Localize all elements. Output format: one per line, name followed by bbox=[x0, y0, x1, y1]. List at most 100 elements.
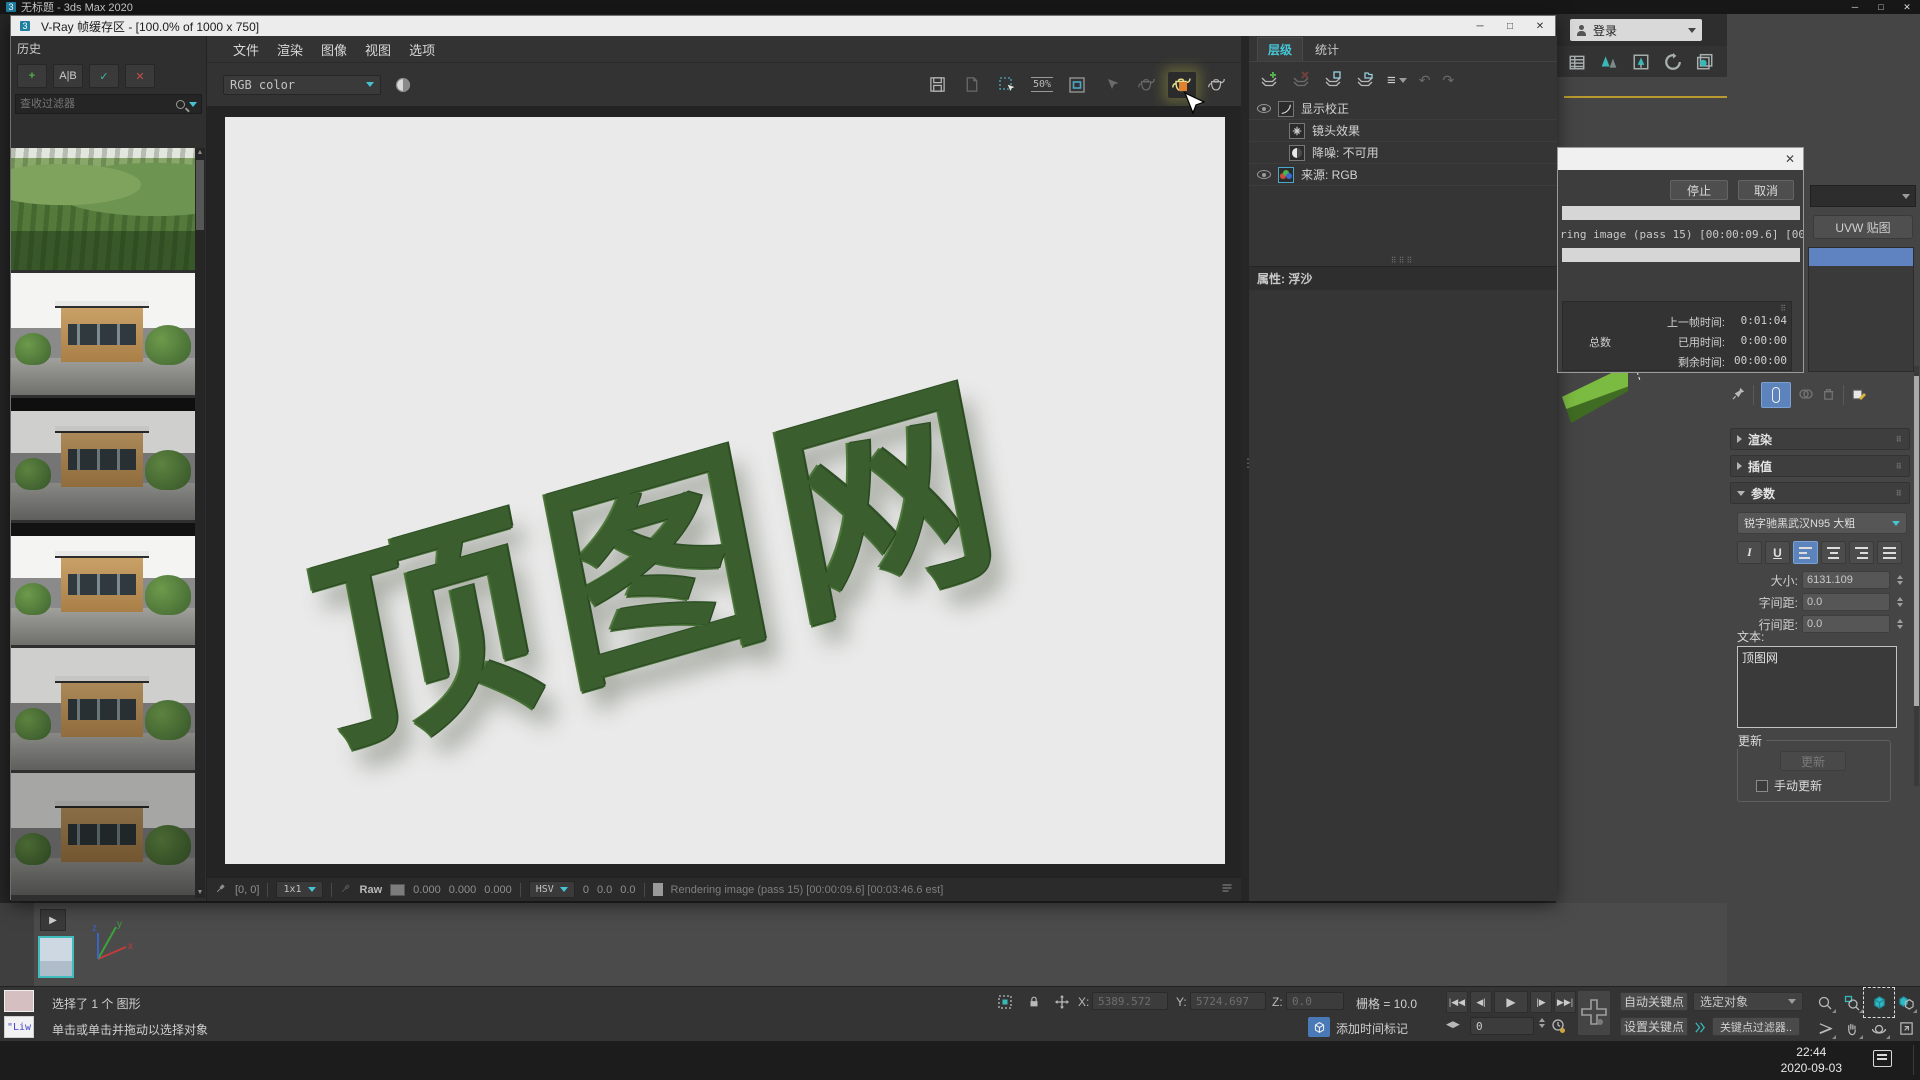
remove-modifier-trash-icon[interactable] bbox=[1821, 386, 1836, 404]
visibility-eye-icon[interactable] bbox=[1257, 104, 1271, 113]
size-spinner[interactable] bbox=[1897, 575, 1903, 585]
visibility-eye-icon[interactable] bbox=[1257, 170, 1271, 179]
zoom-percent-button[interactable]: 50% bbox=[1028, 72, 1056, 98]
leading-spinner[interactable] bbox=[1897, 619, 1903, 629]
log-icon[interactable] bbox=[1221, 882, 1233, 897]
panel-splitter[interactable] bbox=[1241, 36, 1249, 901]
dialog-titlebar[interactable]: ✕ bbox=[1558, 148, 1803, 170]
go-to-end-button[interactable]: ▶▶| bbox=[1554, 991, 1576, 1013]
zoom-icon[interactable] bbox=[1812, 990, 1838, 1015]
clear-image-icon[interactable] bbox=[958, 72, 986, 98]
show-end-result-toggle[interactable] bbox=[1761, 382, 1791, 408]
align-left-button[interactable] bbox=[1793, 541, 1818, 564]
forest-tool-icon[interactable] bbox=[1596, 50, 1622, 74]
stop-button[interactable]: 停止 bbox=[1670, 180, 1728, 200]
frame-spinner[interactable] bbox=[1539, 1018, 1545, 1028]
menu-render[interactable]: 渲染 bbox=[277, 40, 303, 59]
maxscript-mini-listener-pink[interactable] bbox=[4, 990, 34, 1012]
splitter-grip[interactable]: ⠿⠿⠿ bbox=[1391, 256, 1415, 265]
history-thumbnail[interactable] bbox=[11, 523, 195, 645]
save-image-icon[interactable] bbox=[923, 72, 951, 98]
history-thumbnail[interactable] bbox=[11, 773, 195, 895]
scroll-down-arrow[interactable]: ▼ bbox=[196, 888, 204, 898]
taskbar-clock[interactable]: 22:44 2020-09-03 bbox=[1781, 1044, 1842, 1076]
redo-icon[interactable]: ↷ bbox=[1443, 72, 1455, 89]
field-of-view-icon[interactable] bbox=[1812, 1016, 1838, 1041]
time-tag-cube-icon[interactable] bbox=[1308, 1017, 1330, 1037]
go-to-start-button[interactable]: |◀◀ bbox=[1446, 991, 1468, 1013]
underline-button[interactable]: U bbox=[1765, 541, 1790, 564]
vfb-close-button[interactable]: ✕ bbox=[1525, 21, 1555, 32]
history-thumbnail[interactable] bbox=[11, 148, 195, 270]
next-frame-button[interactable]: |▶ bbox=[1530, 991, 1552, 1013]
layer-row-denoiser[interactable]: 降噪: 不可用 bbox=[1249, 142, 1557, 164]
environment-override-icon[interactable] bbox=[1692, 50, 1718, 74]
layer-explorer-icon[interactable] bbox=[1564, 50, 1590, 74]
add-time-tag[interactable]: 添加时间标记 bbox=[1336, 1020, 1408, 1037]
key-filters-icon[interactable] bbox=[1690, 1017, 1710, 1037]
vfb-titlebar[interactable]: 3 V-Ray 帧缓存区 - [100.0% of 1000 x 750] ─ … bbox=[11, 16, 1555, 36]
y-coordinate-field[interactable]: 5724.697 bbox=[1190, 992, 1266, 1010]
align-right-button[interactable] bbox=[1849, 541, 1874, 564]
load-layer-tree-icon[interactable] bbox=[1355, 70, 1375, 91]
delete-layer-icon[interactable] bbox=[1291, 70, 1311, 91]
tab-hierarchy[interactable]: 层级 bbox=[1257, 37, 1303, 61]
history-thumbnail[interactable] bbox=[11, 648, 195, 770]
history-filter-box[interactable] bbox=[15, 94, 202, 114]
text-input-area[interactable]: 顶图网 bbox=[1737, 646, 1897, 728]
kerning-spinner[interactable] bbox=[1897, 597, 1903, 607]
compare-frame-icon[interactable] bbox=[1063, 72, 1091, 98]
layer-row-display-correction[interactable]: 显示校正 bbox=[1249, 98, 1557, 120]
lock-selection-icon[interactable] bbox=[1024, 992, 1044, 1012]
signin-dropdown[interactable]: 登录 bbox=[1570, 19, 1702, 41]
tab-statistics[interactable]: 统计 bbox=[1305, 38, 1349, 61]
history-filter-input[interactable] bbox=[20, 98, 172, 110]
channel-dropdown[interactable]: RGB color bbox=[223, 75, 381, 95]
hsv-dropdown[interactable]: HSV bbox=[529, 881, 575, 898]
scrollbar-thumb[interactable] bbox=[1914, 376, 1919, 706]
history-scrollbar[interactable]: ▲ ▼ bbox=[195, 148, 205, 898]
menu-options[interactable]: 选项 bbox=[409, 40, 435, 59]
size-field[interactable]: 6131.109 bbox=[1802, 571, 1890, 589]
maxscript-mini-listener-white[interactable]: "Liw bbox=[4, 1016, 34, 1038]
track-mouse-icon[interactable] bbox=[1098, 72, 1126, 98]
rollout-render[interactable]: 渲染⠿ bbox=[1730, 428, 1910, 450]
maximize-viewport-toggle-icon[interactable] bbox=[1893, 1016, 1919, 1041]
vfb-minimize-button[interactable]: ─ bbox=[1465, 21, 1495, 32]
auto-key-button[interactable]: 自动关键点 bbox=[1620, 992, 1688, 1011]
viewport-preview-swatch[interactable] bbox=[38, 936, 74, 978]
history-set-a-button[interactable]: ✓ bbox=[89, 64, 119, 88]
eyedropper-icon[interactable] bbox=[340, 882, 352, 897]
key-filters-button[interactable]: 关键点过滤器.. bbox=[1712, 1017, 1800, 1036]
render-last-teapot-icon[interactable] bbox=[1133, 72, 1161, 98]
frame-step-icon[interactable]: ◀▶ bbox=[1446, 1019, 1460, 1030]
rollout-parameters[interactable]: 参数⠿ bbox=[1730, 482, 1910, 504]
history-thumbnail[interactable] bbox=[11, 273, 195, 395]
layer-row-source[interactable]: 来源: RGB bbox=[1249, 164, 1557, 186]
selection-filter-dropdown[interactable]: 选定对象 bbox=[1693, 992, 1803, 1011]
cancel-button[interactable]: 取消 bbox=[1738, 180, 1794, 200]
history-compare-ab-button[interactable]: A|B bbox=[53, 64, 83, 88]
rendered-image[interactable]: 顶图网 bbox=[225, 117, 1225, 864]
set-keys-button[interactable] bbox=[1577, 990, 1611, 1036]
modifier-stack-selected-row[interactable] bbox=[1809, 248, 1913, 266]
color-sphere-icon[interactable] bbox=[389, 72, 417, 98]
minimize-button[interactable]: ─ bbox=[1842, 2, 1868, 13]
set-key-button[interactable]: 设置关键点 bbox=[1620, 1017, 1688, 1036]
previous-frame-button[interactable]: ◀| bbox=[1470, 991, 1492, 1013]
layers-menu-icon[interactable]: ≡ bbox=[1387, 72, 1407, 89]
vfb-maximize-button[interactable]: □ bbox=[1495, 21, 1525, 32]
menu-file[interactable]: 文件 bbox=[233, 40, 259, 59]
orbit-icon[interactable] bbox=[1866, 1016, 1892, 1041]
time-configuration-clock-icon[interactable] bbox=[1548, 1016, 1568, 1036]
layer-row-lens-effects[interactable]: 镜头效果 bbox=[1249, 120, 1557, 142]
history-save-button[interactable]: + bbox=[17, 64, 47, 88]
menu-image[interactable]: 图像 bbox=[321, 40, 347, 59]
modifier-list-dropdown[interactable] bbox=[1810, 185, 1916, 207]
dialog-close-icon[interactable]: ✕ bbox=[1785, 152, 1795, 166]
command-panel-scrollbar[interactable] bbox=[1914, 366, 1919, 786]
x-coordinate-field[interactable]: 5389.572 bbox=[1092, 992, 1168, 1010]
history-delete-button[interactable]: ✕ bbox=[125, 64, 155, 88]
align-center-button[interactable] bbox=[1821, 541, 1846, 564]
region-render-icon[interactable] bbox=[993, 72, 1021, 98]
